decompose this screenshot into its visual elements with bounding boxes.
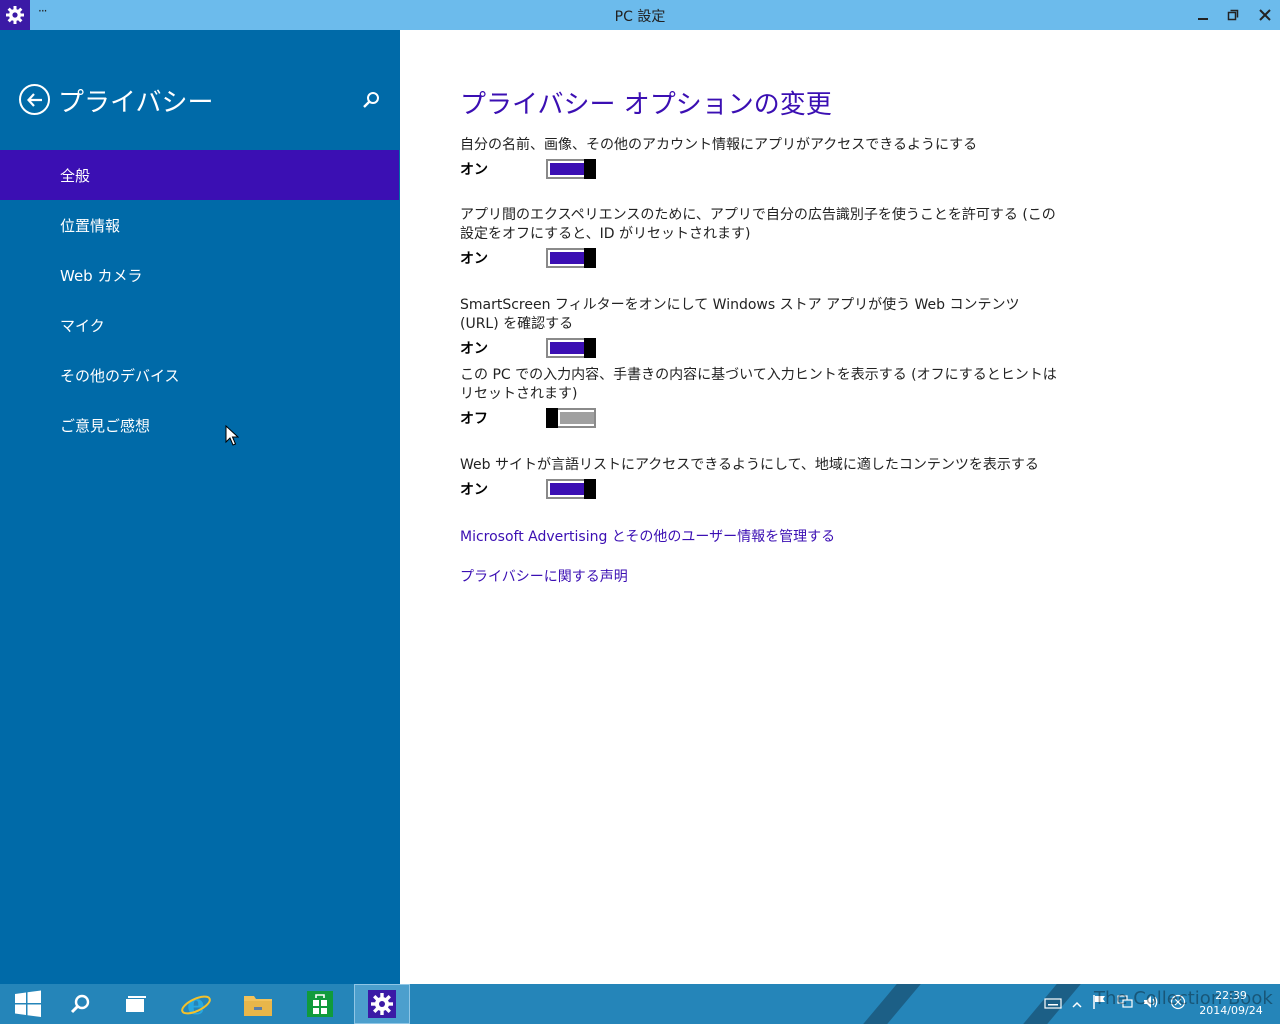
clock-time: 22:39 [1215, 989, 1247, 1002]
setting-language-list: Web サイトが言語リストにアクセスできるようにして、地域に適したコンテンツを表… [460, 456, 1060, 500]
settings-icon[interactable] [354, 984, 410, 1024]
task-view-icon[interactable] [108, 984, 164, 1024]
file-explorer-icon[interactable] [230, 984, 286, 1024]
page-title: プライバシー オプションの変更 [460, 90, 832, 120]
advertising-id-toggle[interactable] [546, 248, 596, 268]
search-icon[interactable] [360, 89, 382, 111]
window-title: PC 設定 [614, 9, 666, 25]
taskbar-decoration [863, 984, 921, 1024]
sidebar-item-other-devices[interactable]: その他のデバイス [0, 350, 399, 400]
start-icon[interactable] [0, 984, 56, 1024]
store-icon[interactable] [292, 984, 348, 1024]
app-menu-button[interactable]: ··· [38, 4, 48, 18]
setting-description: アプリ間のエクスペリエンスのために、アプリで自分の広告識別子を使うことを許可する… [460, 207, 1056, 242]
manage-advertising-link[interactable]: Microsoft Advertising とその他のユーザー情報を管理する [460, 526, 835, 546]
sidebar-item-general[interactable]: 全般 [0, 150, 399, 200]
keyboard-icon[interactable] [1044, 995, 1062, 1014]
typing-suggestions-toggle[interactable] [546, 408, 596, 428]
title-bar: ··· PC 設定 [0, 0, 1280, 30]
account-info-toggle[interactable] [546, 159, 596, 179]
sidebar-item-webcam[interactable]: Web カメラ [0, 250, 399, 300]
sidebar-nav: 全般 位置情報 Web カメラ マイク その他のデバイス ご意見ご感想 [0, 150, 399, 450]
gear-icon[interactable] [0, 0, 30, 30]
setting-smartscreen: SmartScreen フィルターをオンにして Windows ストア アプリが… [460, 296, 1060, 359]
sidebar: プライバシー 全般 位置情報 Web カメラ マイク その他のデバイス ご意見ご… [0, 30, 400, 984]
setting-description: 自分の名前、画像、その他のアカウント情報にアプリがアクセスできるようにする [460, 137, 978, 153]
system-clock[interactable]: 22:39 2014/09/24 [1196, 988, 1266, 1018]
internet-explorer-icon[interactable]: e [168, 984, 224, 1024]
mouse-cursor-icon [225, 424, 240, 451]
sidebar-item-feedback[interactable]: ご意見ご感想 [0, 400, 399, 450]
show-hidden-icons-icon[interactable] [1072, 995, 1082, 1014]
toggle-state-label: オフ [460, 411, 488, 427]
setting-typing-suggestions: この PC での入力内容、手書きの内容に基づいて入力ヒントを表示する (オフにす… [460, 366, 1060, 429]
minimize-icon[interactable] [1188, 0, 1218, 30]
close-icon[interactable] [1250, 0, 1280, 30]
toggle-state-label: オン [460, 162, 488, 178]
sidebar-title: プライバシー [58, 88, 214, 118]
search-icon[interactable] [52, 984, 108, 1024]
taskbar: e The Collection Book 22:39 2014/09/24 [0, 984, 1280, 1024]
toggle-state-label: オン [460, 251, 488, 267]
setting-advertising-id: アプリ間のエクスペリエンスのために、アプリで自分の広告識別子を使うことを許可する… [460, 206, 1060, 269]
setting-description: Web サイトが言語リストにアクセスできるようにして、地域に適したコンテンツを表… [460, 457, 1039, 473]
setting-description: SmartScreen フィルターをオンにして Windows ストア アプリが… [460, 297, 1020, 332]
restore-icon[interactable] [1218, 0, 1248, 30]
clock-date: 2014/09/24 [1199, 1004, 1263, 1017]
toggle-state-label: オン [460, 482, 488, 498]
setting-account-info: 自分の名前、画像、その他のアカウント情報にアプリがアクセスできるようにする オン [460, 136, 1060, 180]
privacy-statement-link[interactable]: プライバシーに関する声明 [460, 566, 628, 586]
back-arrow-icon[interactable] [19, 84, 50, 115]
setting-description: この PC での入力内容、手書きの内容に基づいて入力ヒントを表示する (オフにす… [460, 367, 1057, 402]
smartscreen-toggle[interactable] [546, 338, 596, 358]
toggle-state-label: オン [460, 341, 488, 357]
language-list-toggle[interactable] [546, 479, 596, 499]
sidebar-item-location[interactable]: 位置情報 [0, 200, 399, 250]
sidebar-item-microphone[interactable]: マイク [0, 300, 399, 350]
svg-text:e: e [187, 988, 205, 1020]
